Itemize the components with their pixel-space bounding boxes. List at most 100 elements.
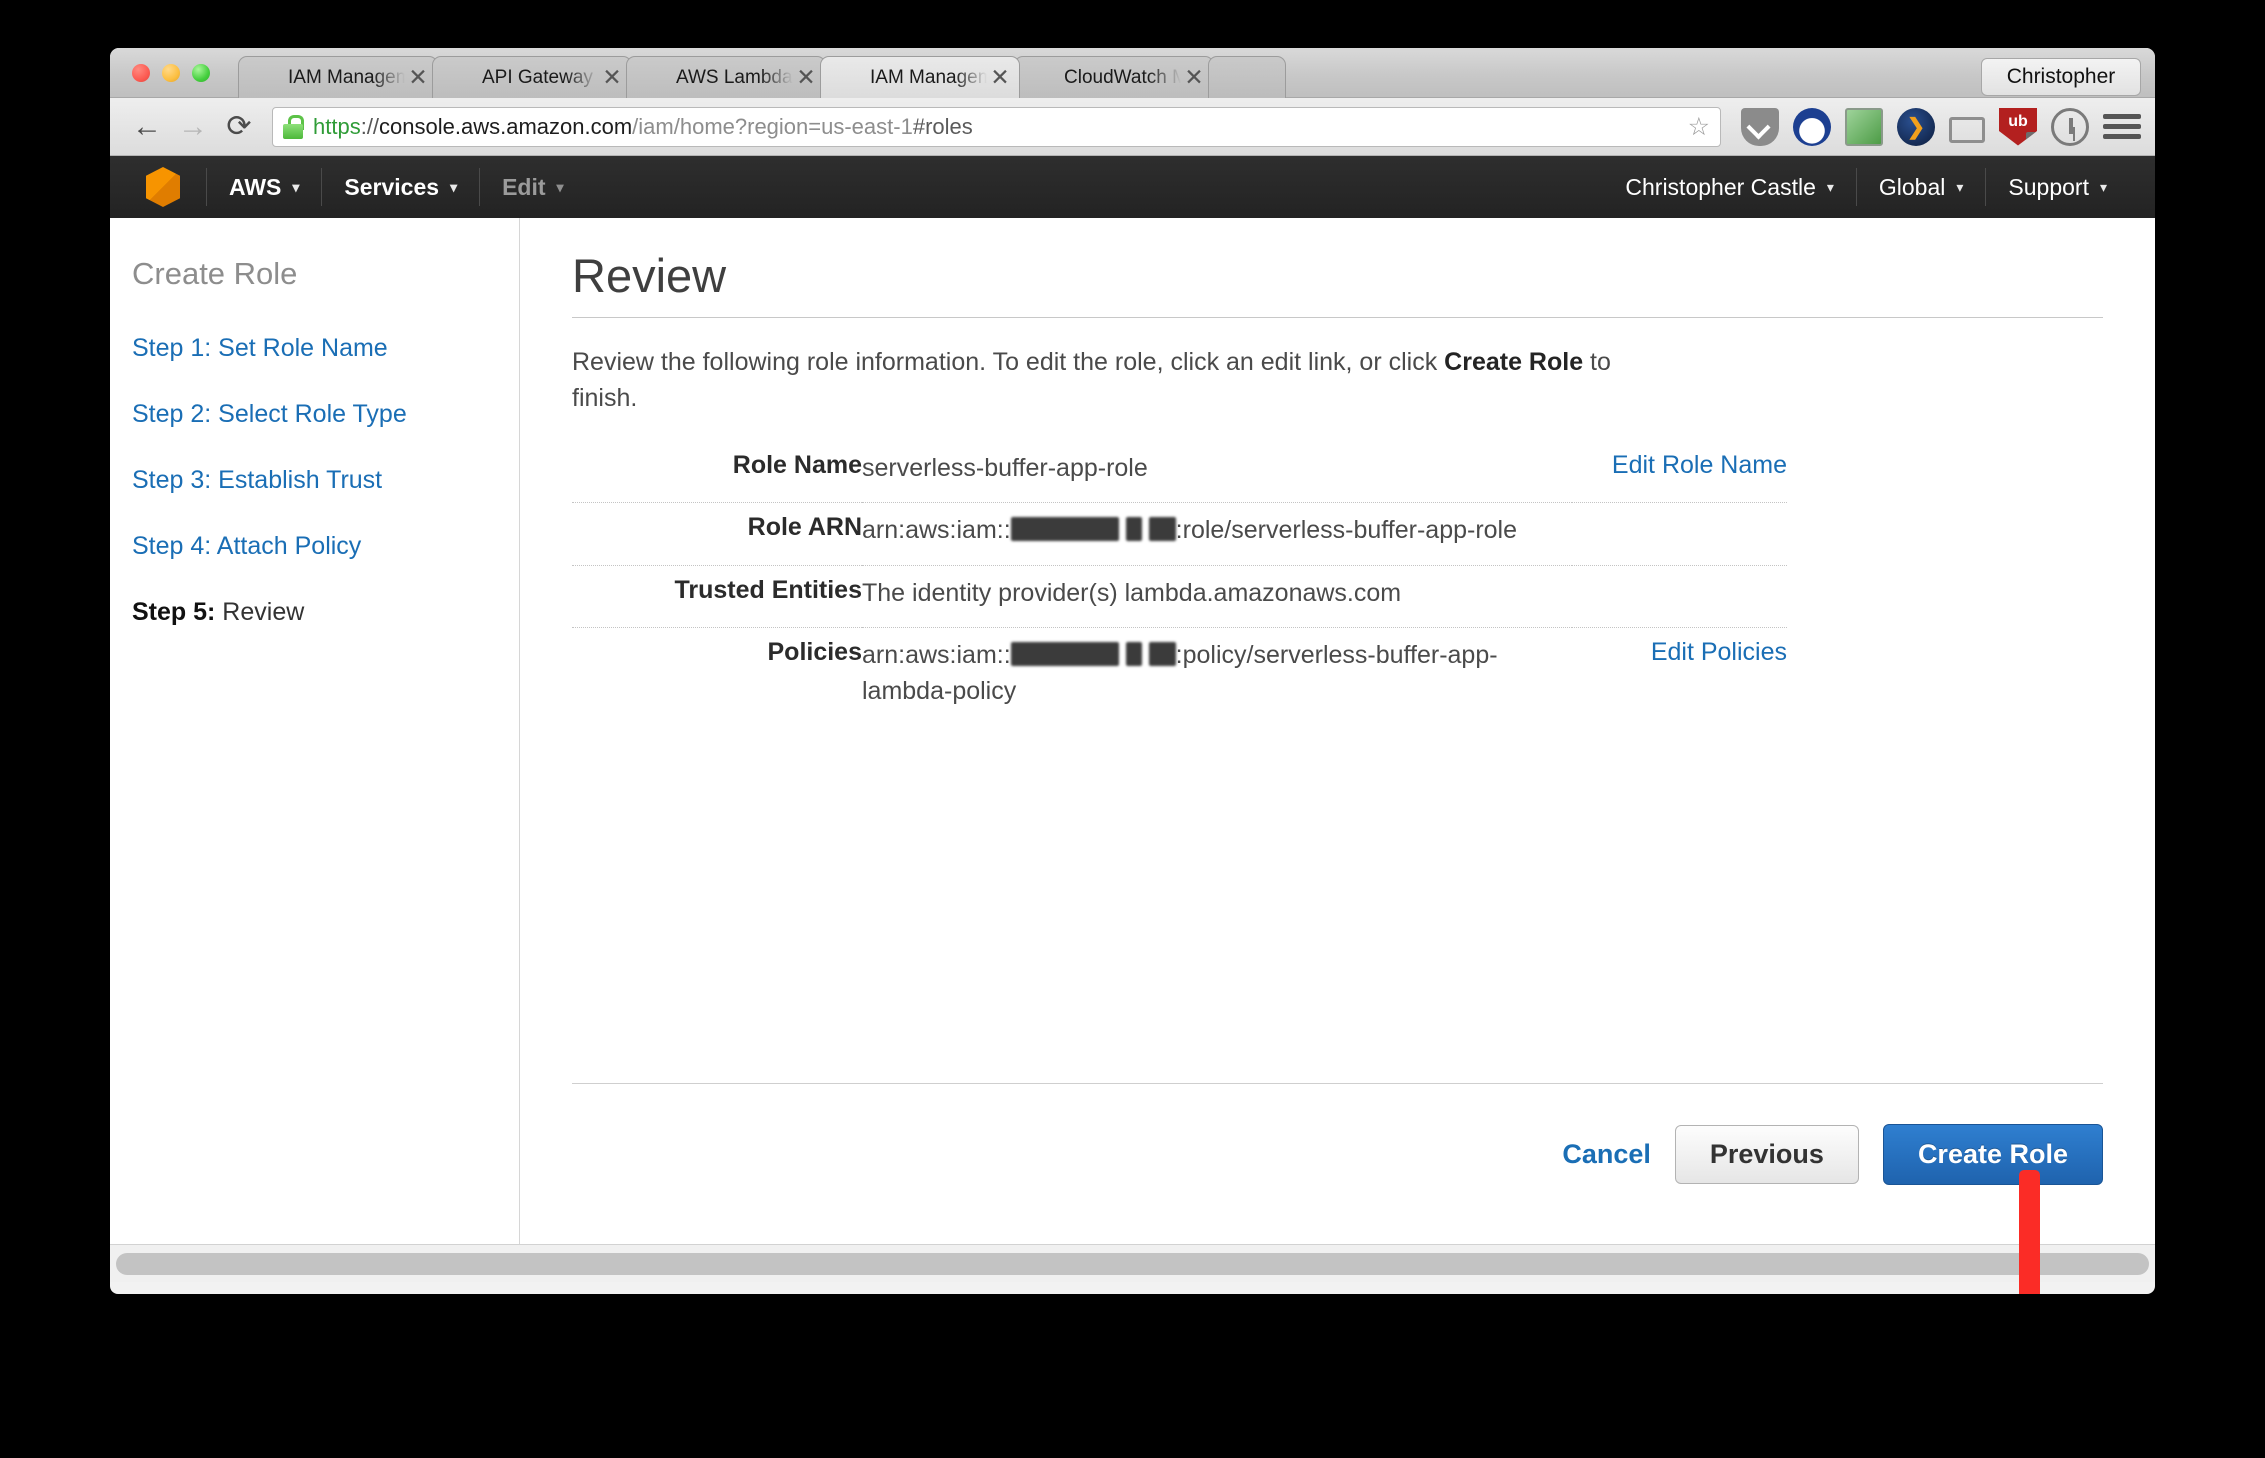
arn-prefix: arn:aws:iam:: [862, 516, 1011, 544]
footer-divider [572, 1083, 2103, 1084]
create-role-button[interactable]: Create Role [1882, 1124, 2103, 1185]
horizontal-scrollbar[interactable] [110, 1244, 2155, 1282]
speed-dial-icon[interactable] [1897, 107, 1935, 146]
browser-profile-button[interactable]: Christopher [1981, 58, 2141, 96]
close-tab-icon[interactable]: ✕ [405, 66, 431, 89]
row-label: Role ARN [747, 513, 862, 541]
chevron-down-icon: ▾ [2099, 178, 2107, 195]
row-label: Trusted Entities [674, 575, 862, 604]
close-tab-icon[interactable]: ✕ [987, 66, 1013, 89]
previous-button[interactable]: Previous [1674, 1125, 1859, 1184]
bookmark-star-icon[interactable]: ☆ [1688, 112, 1710, 142]
row-action-cell: Edit Role Name [1572, 441, 1787, 503]
review-intro-text: Review the following role information. T… [572, 344, 1662, 417]
sidebar-item-step-5: Step 5: Review [132, 598, 519, 627]
cast-icon[interactable] [1949, 116, 1985, 143]
sidebar-item-step-3[interactable]: Step 3: Establish Trust [132, 466, 519, 495]
chevron-down-icon: ▾ [556, 178, 564, 195]
chevron-down-icon: ▾ [1826, 178, 1834, 195]
aws-nav-item-edit[interactable]: Edit ▾ [480, 156, 585, 218]
aws-nav-item-services[interactable]: Services ▾ [322, 156, 479, 218]
tab-title: API Gateway [482, 66, 593, 88]
reload-icon[interactable]: ⟳ [216, 104, 262, 150]
scrollbar-thumb[interactable] [116, 1252, 2149, 1275]
window-traffic-lights [132, 64, 210, 82]
close-tab-icon[interactable]: ✕ [793, 66, 819, 89]
cloud-icon[interactable] [1793, 107, 1831, 146]
browser-tab-cloudwatch[interactable]: CloudWatch Management Console ✕ [1014, 56, 1214, 98]
nav-label: Support [2008, 173, 2089, 200]
aws-nav-item-support[interactable]: Support ▾ [1986, 156, 2129, 218]
redacted-account-id-part [1148, 642, 1176, 666]
step-label: Establish Trust [211, 466, 383, 494]
browser-tab-iam-2-active[interactable]: IAM Management Console ✕ [820, 56, 1020, 98]
create-role-sidebar: Create Role Step 1: Set Role Name Step 2… [110, 218, 520, 1244]
wizard-action-buttons: Cancel Previous Create Role [1562, 1124, 2103, 1185]
sidebar-item-step-4[interactable]: Step 4: Attach Policy [132, 532, 519, 561]
browser-tab-strip: IAM Management Console ✕ API Gateway ✕ A… [110, 48, 2155, 98]
arn-prefix: arn:aws:iam:: [862, 641, 1011, 669]
chevron-down-icon: ▾ [292, 178, 300, 195]
url-path: /iam/home?region=us-east-1 [632, 113, 913, 139]
tab-title: IAM Management Console [288, 66, 405, 88]
row-label: Policies [767, 638, 863, 666]
tab-title: CloudWatch Management Console [1064, 66, 1181, 88]
back-icon[interactable]: ← [124, 104, 170, 150]
ublock-origin-icon[interactable]: 1 [1999, 107, 2037, 146]
forward-icon[interactable]: → [170, 104, 216, 150]
row-value: arn:aws:iam:::policy/serverless-buffer-a… [862, 628, 1572, 726]
url-scheme: https [313, 113, 361, 139]
aws-cube-icon [1033, 67, 1055, 89]
page-title: Review [572, 249, 727, 302]
aws-cube-icon [451, 67, 473, 89]
browser-tab-aws-lambda[interactable]: AWS Lambda ✕ [626, 56, 826, 98]
aws-nav-right-group: Christopher Castle ▾ Global ▾ Support ▾ [1603, 156, 2155, 218]
aws-cube-logo-icon[interactable] [146, 167, 180, 207]
url-fragment: #roles [912, 113, 973, 139]
maximize-window-button[interactable] [192, 64, 210, 82]
url-host: console.aws.amazon.com [379, 113, 633, 139]
sidebar-item-step-1[interactable]: Step 1: Set Role Name [132, 334, 519, 363]
close-window-button[interactable] [132, 64, 150, 82]
step-prefix: Step 5: [132, 598, 216, 626]
browser-tab-iam-1[interactable]: IAM Management Console ✕ [238, 56, 438, 98]
aws-global-nav: AWS ▾ Services ▾ Edit ▾ Christopher Cast… [110, 156, 2155, 218]
edit-policies-link[interactable]: Edit Policies [1651, 638, 1787, 666]
chevron-down-icon: ▾ [450, 178, 458, 195]
profile-name-label: Christopher [2006, 65, 2116, 88]
browser-tabs: IAM Management Console ✕ API Gateway ✕ A… [238, 56, 1286, 98]
arn-suffix: :role/serverless-buffer-app-role [1175, 516, 1518, 544]
review-panel: Review Review the following role informa… [520, 218, 2155, 1244]
iam-create-role-page: Create Role Step 1: Set Role Name Step 2… [110, 218, 2155, 1294]
pocket-icon[interactable] [1741, 107, 1779, 146]
table-row-role-name: Role Name serverless-buffer-app-role Edi… [572, 441, 1787, 503]
step-prefix: Step 4: [132, 532, 212, 560]
step-label: Select Role Type [211, 400, 407, 428]
tab-title: IAM Management Console [870, 66, 987, 88]
redacted-account-id-part [1125, 642, 1142, 666]
step-label: Attach Policy [211, 532, 362, 560]
table-row-trusted-entities: Trusted Entities The identity provider(s… [572, 565, 1787, 628]
table-row-policies: Policies arn:aws:iam:::policy/serverless… [572, 628, 1788, 726]
tab-title: AWS Lambda [676, 66, 793, 88]
remote-window-icon[interactable] [1845, 107, 1883, 146]
browser-tab-api-gateway[interactable]: API Gateway ✕ [432, 56, 632, 98]
aws-nav-item-region[interactable]: Global ▾ [1857, 156, 1986, 218]
close-tab-icon[interactable]: ✕ [1181, 66, 1207, 89]
1password-icon[interactable] [2051, 107, 2089, 146]
minimize-window-button[interactable] [162, 64, 180, 82]
step-label: Review [215, 598, 305, 626]
aws-nav-item-account[interactable]: Christopher Castle ▾ [1603, 156, 1856, 218]
edit-role-name-link[interactable]: Edit Role Name [1612, 451, 1787, 479]
address-bar[interactable]: https://console.aws.amazon.com/iam/home?… [272, 106, 1721, 147]
cancel-link[interactable]: Cancel [1562, 1139, 1651, 1170]
hamburger-menu-icon[interactable] [2103, 108, 2141, 146]
aws-nav-item-aws[interactable]: AWS ▾ [207, 156, 321, 218]
new-tab-placeholder[interactable] [1208, 56, 1286, 98]
sidebar-item-step-2[interactable]: Step 2: Select Role Type [132, 400, 519, 429]
close-tab-icon[interactable]: ✕ [599, 66, 625, 89]
row-value: The identity provider(s) lambda.amazonaw… [862, 578, 1402, 607]
browser-window: IAM Management Console ✕ API Gateway ✕ A… [110, 48, 2155, 1294]
step-prefix: Step 2: [132, 400, 212, 428]
title-divider [572, 317, 2103, 318]
